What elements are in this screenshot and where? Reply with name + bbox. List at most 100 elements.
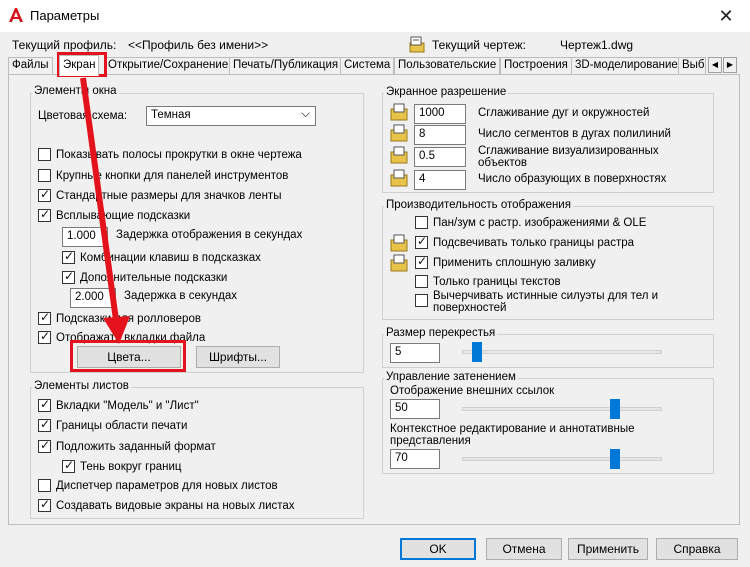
- display-resolution-title: Экранное разрешение: [384, 86, 509, 98]
- tooltip-delay-label: Задержка отображения в секундах: [116, 229, 303, 241]
- checkbox-box: [38, 497, 51, 512]
- shortcut-keys-checkbox[interactable]: Комбинации клавиш в подсказках: [62, 249, 261, 264]
- contour-lines-label: Число образующих в поверхностях: [478, 173, 667, 185]
- rollover-tooltips-checkbox[interactable]: Подсказки для ролловеров: [38, 310, 201, 325]
- checkbox-box: [38, 169, 51, 182]
- tab-drafting[interactable]: Построения: [500, 57, 572, 74]
- color-scheme-label: Цветовая схема:: [38, 110, 128, 122]
- display-performance-title: Производительность отображения: [384, 199, 573, 211]
- window-elements-title: Элементы окна: [32, 85, 119, 97]
- window-title: Параметры: [30, 8, 100, 23]
- in-place-edit-slider-track[interactable]: [462, 457, 662, 461]
- true-silhouettes-checkbox[interactable]: Вычерчивать истинные силуэты для тел и п…: [415, 290, 683, 314]
- checkbox-box: [38, 207, 51, 222]
- tab-plot-publish[interactable]: Печать/Публикация: [229, 57, 343, 74]
- checkbox-label: Всплывающие подсказки: [56, 209, 191, 222]
- tab-selection[interactable]: Выб: [678, 57, 706, 74]
- tab-scroll-left-button[interactable]: ◀: [708, 57, 722, 73]
- arc-smoothness-label: Сглаживание дуг и окружностей: [478, 107, 650, 119]
- checkbox-label: Диспетчер параметров для новых листов: [56, 479, 278, 492]
- current-drawing-label: Текущий чертеж:: [432, 38, 526, 52]
- checkbox-label: Только границы текстов: [433, 275, 561, 288]
- current-drawing-value: Чертеж1.dwg: [560, 38, 634, 52]
- extended-delay-input[interactable]: 2.000: [70, 288, 116, 308]
- tooltips-checkbox[interactable]: Всплывающие подсказки: [38, 207, 191, 222]
- color-scheme-value: Темная: [151, 109, 191, 121]
- checkbox-label: Пан/зум с растр. изображениями & OLE: [433, 216, 647, 229]
- arc-smoothness-input[interactable]: 1000: [414, 104, 466, 124]
- tab-files[interactable]: Файлы: [8, 57, 53, 74]
- checkbox-box: [38, 310, 51, 325]
- extended-tooltips-checkbox[interactable]: Дополнительные подсказки: [62, 269, 227, 284]
- title-bar: Параметры ✕: [0, 0, 750, 32]
- checkbox-box: [415, 294, 428, 307]
- tab-user-preferences[interactable]: Пользовательские: [394, 57, 501, 74]
- polyline-segments-label: Число сегментов в дугах полилиний: [478, 128, 671, 140]
- create-viewports-checkbox[interactable]: Создавать видовые экраны на новых листах: [38, 497, 295, 512]
- scrollbars-checkbox[interactable]: Показывать полосы прокрутки в окне черте…: [38, 148, 302, 161]
- checkbox-label: Создавать видовые экраны на новых листах: [56, 499, 295, 512]
- checkbox-box: [415, 254, 428, 269]
- cancel-button[interactable]: Отмена: [486, 538, 562, 560]
- ok-button[interactable]: OK: [400, 538, 476, 560]
- color-scheme-dropdown[interactable]: Темная ⌵: [146, 106, 316, 126]
- tooltip-delay-input[interactable]: 1.000: [62, 227, 108, 247]
- checkbox-label: Применить сплошную заливку: [433, 256, 596, 269]
- checkbox-box: [62, 249, 75, 264]
- text-boundary-checkbox[interactable]: Только границы текстов: [415, 275, 561, 288]
- page-setup-manager-checkbox[interactable]: Диспетчер параметров для новых листов: [38, 479, 278, 492]
- solid-fill-checkbox[interactable]: Применить сплошную заливку: [415, 254, 596, 269]
- checkbox-label: Подсвечивать только границы растра: [433, 236, 634, 249]
- crosshair-size-slider-thumb[interactable]: [471, 342, 482, 362]
- checkbox-box: [38, 438, 51, 453]
- rendered-smoothness-label: Сглаживание визуализированных объектов: [478, 145, 659, 169]
- checkbox-box: [38, 187, 51, 202]
- crosshair-size-input[interactable]: 5: [390, 343, 440, 363]
- checkbox-label: Вкладки "Модель" и "Лист": [56, 399, 199, 412]
- in-place-edit-input[interactable]: 70: [390, 449, 440, 469]
- model-layout-tabs-checkbox[interactable]: Вкладки "Модель" и "Лист": [38, 397, 199, 412]
- apply-button[interactable]: Применить: [568, 538, 648, 560]
- checkbox-label: Крупные кнопки для панелей инструментов: [56, 169, 289, 182]
- current-profile-value: <<Профиль без имени>>: [128, 38, 269, 52]
- printable-area-checkbox[interactable]: Границы области печати: [38, 417, 188, 432]
- contour-lines-input[interactable]: 4: [414, 170, 466, 190]
- current-profile-label: Текущий профиль:: [12, 38, 117, 52]
- tab-3d-modeling[interactable]: 3D-моделирование: [571, 57, 682, 74]
- tab-scroll-right-button[interactable]: ▶: [723, 57, 737, 73]
- drawing-saved-icon: [390, 124, 408, 142]
- checkbox-label: Показывать полосы прокрутки в окне черте…: [56, 148, 302, 161]
- drawing-saved-icon: [390, 169, 408, 187]
- checkbox-box: [62, 269, 75, 284]
- drawing-saved-icon: [390, 234, 408, 252]
- help-button[interactable]: Справка: [656, 538, 738, 560]
- drawing-saved-icon: [390, 103, 408, 121]
- tab-display[interactable]: Экран: [59, 55, 100, 76]
- checkbox-label: Вычерчивать истинные силуэты для тел и п…: [433, 290, 659, 314]
- pan-zoom-raster-checkbox[interactable]: Пан/зум с растр. изображениями & OLE: [415, 216, 646, 229]
- polyline-segments-input[interactable]: 8: [414, 125, 466, 145]
- drawing-saved-icon: [390, 146, 408, 164]
- drawing-icon: [409, 36, 425, 53]
- crosshair-size-slider-track[interactable]: [462, 350, 662, 354]
- in-place-edit-label: Контекстное редактирование и аннотативны…: [390, 423, 635, 447]
- fonts-button[interactable]: Шрифты...: [196, 346, 280, 368]
- rendered-smoothness-input[interactable]: 0.5: [414, 147, 466, 167]
- close-button[interactable]: ✕: [712, 4, 740, 28]
- tab-system[interactable]: Система: [340, 57, 395, 74]
- large-buttons-checkbox[interactable]: Крупные кнопки для панелей инструментов: [38, 169, 288, 182]
- in-place-edit-slider-thumb[interactable]: [610, 449, 621, 469]
- tab-open-save[interactable]: Открытие/Сохранение: [104, 57, 233, 74]
- paper-shadow-checkbox[interactable]: Тень вокруг границ: [62, 458, 182, 473]
- xref-display-slider-thumb[interactable]: [610, 399, 621, 419]
- xref-display-input[interactable]: 50: [390, 399, 440, 419]
- annotation-highlight-colors-button: [70, 340, 186, 372]
- ribbon-icons-checkbox[interactable]: Стандартные размеры для значков ленты: [38, 187, 281, 202]
- xref-display-label: Отображение внешних ссылок: [390, 385, 555, 397]
- highlight-raster-frame-checkbox[interactable]: Подсвечивать только границы растра: [415, 234, 634, 249]
- checkbox-label: Границы области печати: [56, 419, 188, 432]
- paper-background-checkbox[interactable]: Подложить заданный формат: [38, 438, 216, 453]
- checkbox-label: Тень вокруг границ: [80, 460, 182, 473]
- xref-display-slider-track[interactable]: [462, 407, 662, 411]
- chevron-down-icon: ⌵: [301, 108, 310, 120]
